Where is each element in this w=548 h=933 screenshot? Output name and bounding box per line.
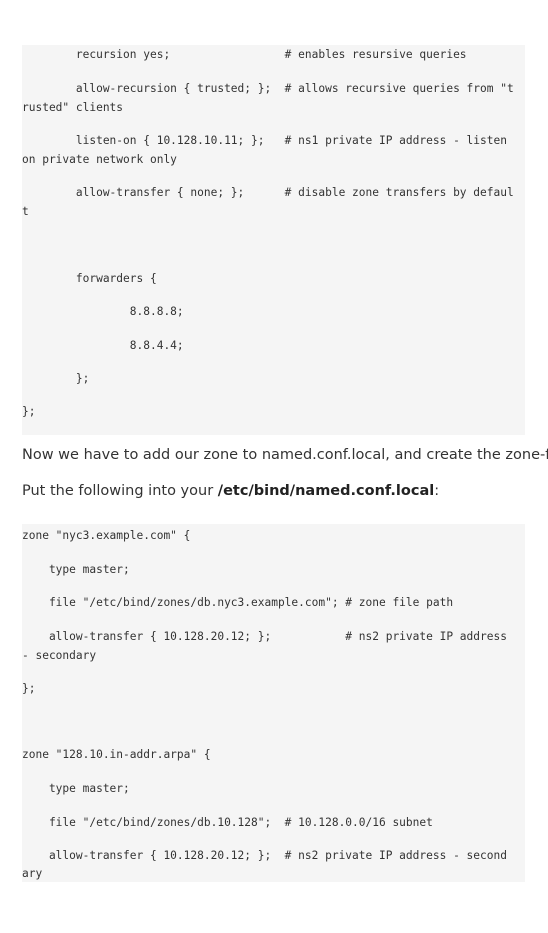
code-line: }; — [22, 372, 90, 385]
code-line: allow-transfer { none; }; # disable zone… — [22, 186, 514, 199]
code-line: allow-transfer { 10.128.20.12; }; # ns2 … — [22, 630, 507, 643]
paragraph-prefix: Put the following into your — [22, 483, 218, 499]
code-block-named-conf-options: recursion yes; # enables resursive queri… — [22, 45, 525, 435]
code-line: }; — [22, 405, 36, 418]
code-line: type master; — [22, 563, 130, 576]
code-line: rusted" clients — [22, 101, 124, 114]
code-line: t — [22, 205, 29, 218]
code-line: on private network only — [22, 153, 177, 166]
code-line: zone "128.10.in-addr.arpa" { — [22, 748, 211, 761]
paragraph-add-zone: Now we have to add our zone to named.con… — [22, 447, 548, 463]
code-line: 8.8.4.4; — [22, 339, 184, 352]
code-line: }; — [22, 682, 36, 695]
code-line: zone "nyc3.example.com" { — [22, 529, 191, 542]
code-block-named-conf-local: zone "nyc3.example.com" { type master; f… — [22, 524, 525, 882]
code-line: 8.8.8.8; — [22, 305, 184, 318]
code-line: recursion yes; # enables resursive queri… — [22, 48, 467, 61]
code-line: allow-transfer { 10.128.20.12; }; # ns2 … — [22, 849, 507, 862]
code-line: file "/etc/bind/zones/db.nyc3.example.co… — [22, 596, 454, 609]
code-line: listen-on { 10.128.10.11; }; # ns1 priva… — [22, 134, 507, 147]
paragraph-put-following: Put the following into your /etc/bind/na… — [22, 483, 439, 499]
code-line: file "/etc/bind/zones/db.10.128"; # 10.1… — [22, 816, 433, 829]
paragraph-suffix: : — [434, 483, 440, 499]
file-path: /etc/bind/named.conf.local — [217, 483, 435, 499]
code-line: ary — [22, 867, 43, 880]
code-line: allow-recursion { trusted; }; # allows r… — [22, 82, 514, 95]
code-line: forwarders { — [22, 272, 157, 285]
code-line: type master; — [22, 782, 130, 795]
code-line: - secondary — [22, 649, 97, 662]
